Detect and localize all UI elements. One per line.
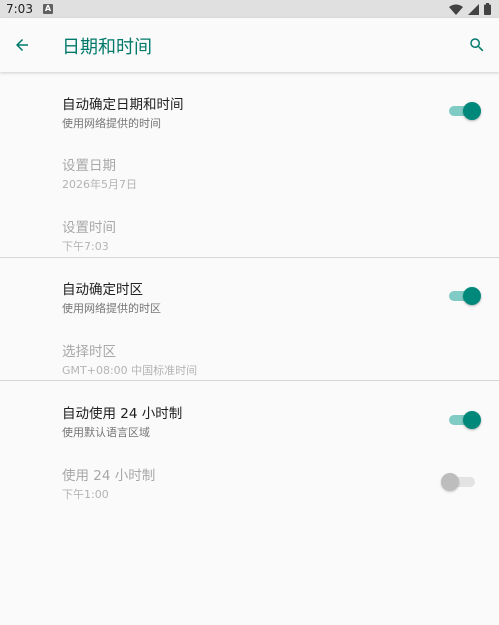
pref-summary: 下午1:00 — [62, 488, 109, 501]
pref-summary: GMT+08:00 中国标准时间 — [62, 364, 198, 377]
arrow-back-icon — [16, 39, 28, 51]
pref-title: 使用 24 小时制 — [62, 468, 156, 484]
pref-auto-date-time[interactable]: 自动确定日期和时间 使用网络提供的时间 — [0, 80, 499, 142]
pref-summary: 使用网络提供的时区 — [62, 302, 161, 315]
pref-set-date[interactable]: 设置日期 2026年5月7日 — [0, 141, 499, 203]
pref-set-time[interactable]: 设置时间 下午7:03 — [0, 203, 499, 265]
search-button[interactable] — [463, 31, 491, 59]
pref-title: 设置时间 — [62, 220, 116, 236]
auto-date-time-switch[interactable] — [447, 102, 481, 120]
notification-a-icon: A — [42, 4, 53, 14]
use-24-hour-switch[interactable] — [441, 473, 477, 491]
search-icon — [470, 38, 484, 52]
pref-title: 自动确定时区 — [62, 282, 143, 298]
pref-title: 自动使用 24 小时制 — [62, 406, 183, 422]
pref-summary: 下午7:03 — [62, 240, 109, 253]
divider — [0, 380, 499, 381]
pref-auto-24-hour[interactable]: 自动使用 24 小时制 使用默认语言区域 — [0, 389, 499, 451]
battery-icon — [484, 3, 491, 15]
status-bar: 7:03 A — [0, 0, 499, 18]
page-title: 日期和时间 — [62, 37, 152, 58]
pref-use-24-hour[interactable]: 使用 24 小时制 下午1:00 — [0, 451, 499, 513]
auto-time-zone-switch[interactable] — [447, 287, 481, 305]
divider — [0, 257, 499, 258]
pref-title: 设置日期 — [62, 158, 116, 174]
wifi-icon — [449, 4, 463, 15]
auto-24-hour-switch[interactable] — [447, 411, 481, 429]
pref-title: 自动确定日期和时间 — [62, 97, 184, 113]
pref-title: 选择时区 — [62, 344, 116, 360]
app-bar: 日期和时间 — [0, 18, 499, 72]
back-button[interactable] — [8, 31, 36, 59]
signal-icon — [468, 3, 479, 15]
pref-auto-time-zone[interactable]: 自动确定时区 使用网络提供的时区 — [0, 265, 499, 327]
pref-summary: 使用网络提供的时间 — [62, 117, 161, 130]
status-time: 7:03 — [6, 2, 33, 16]
pref-summary: 2026年5月7日 — [62, 178, 137, 191]
status-icons — [449, 3, 491, 15]
pref-summary: 使用默认语言区域 — [62, 426, 150, 439]
